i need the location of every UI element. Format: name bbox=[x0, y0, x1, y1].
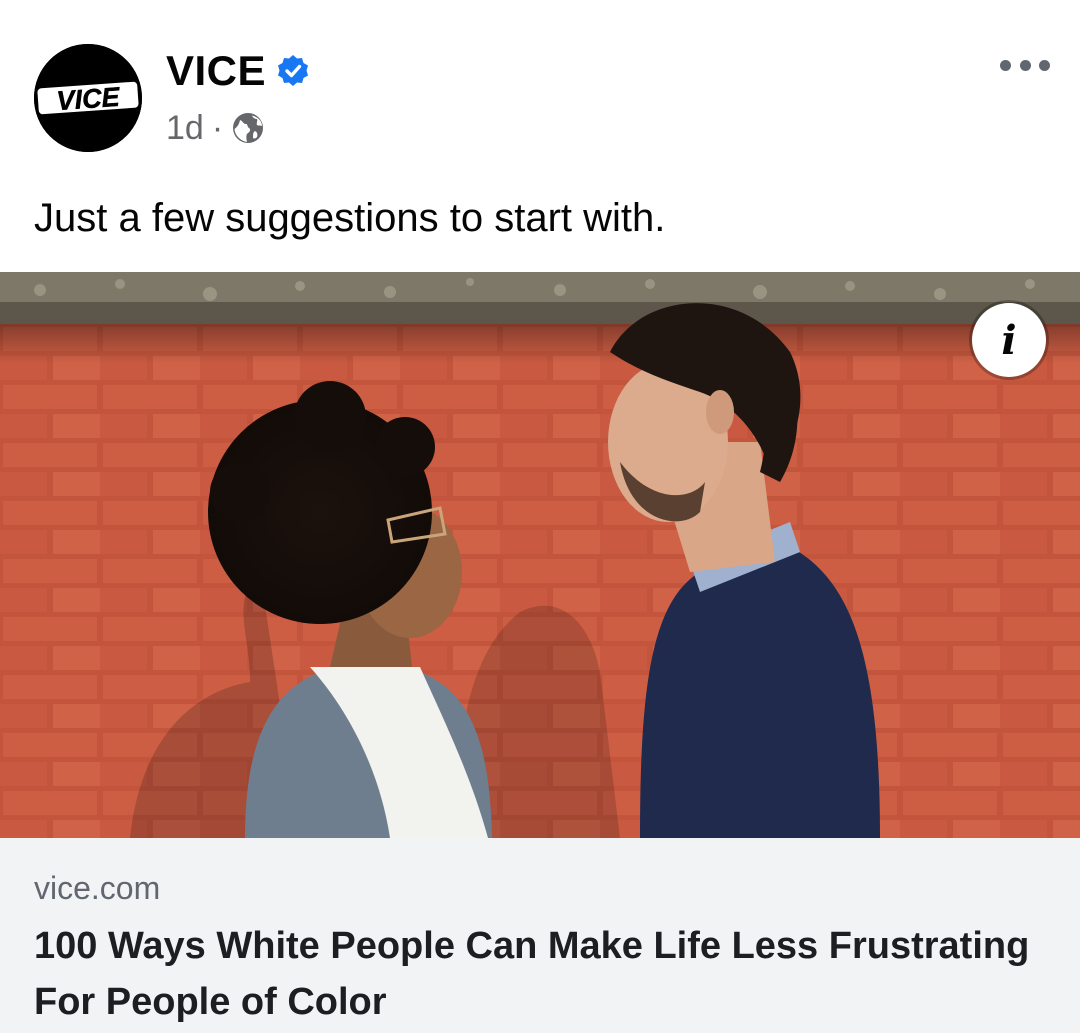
page-name[interactable]: VICE bbox=[166, 47, 266, 95]
page-avatar[interactable]: VICE bbox=[34, 44, 142, 152]
more-dot bbox=[1000, 59, 1011, 71]
facebook-post: VICE VICE 1d · Just a few suggestions to… bbox=[0, 0, 1080, 1033]
post-caption: Just a few suggestions to start with. bbox=[34, 196, 666, 240]
globe-icon bbox=[231, 111, 265, 145]
post-image[interactable] bbox=[0, 272, 1080, 838]
more-dot bbox=[1039, 59, 1050, 71]
post-meta: 1d · bbox=[166, 106, 265, 150]
meta-separator: · bbox=[211, 108, 224, 147]
vice-logo-icon: VICE bbox=[34, 44, 142, 152]
post-time[interactable]: 1d bbox=[166, 109, 204, 148]
link-domain: vice.com bbox=[34, 870, 161, 906]
more-dot bbox=[1019, 59, 1031, 71]
brick-wall-photo bbox=[0, 272, 1080, 838]
link-preview[interactable]: vice.com 100 Ways White People Can Make … bbox=[0, 838, 1080, 1033]
verified-badge-icon bbox=[276, 54, 310, 88]
avatar-logo-text: VICE bbox=[56, 82, 122, 116]
link-title: 100 Ways White People Can Make Life Less… bbox=[34, 925, 1030, 1023]
page-name-row: VICE bbox=[166, 46, 310, 96]
info-icon[interactable]: i bbox=[972, 303, 1046, 377]
more-options-button[interactable] bbox=[1000, 50, 1050, 80]
post-header: VICE VICE 1d · bbox=[0, 0, 1080, 170]
